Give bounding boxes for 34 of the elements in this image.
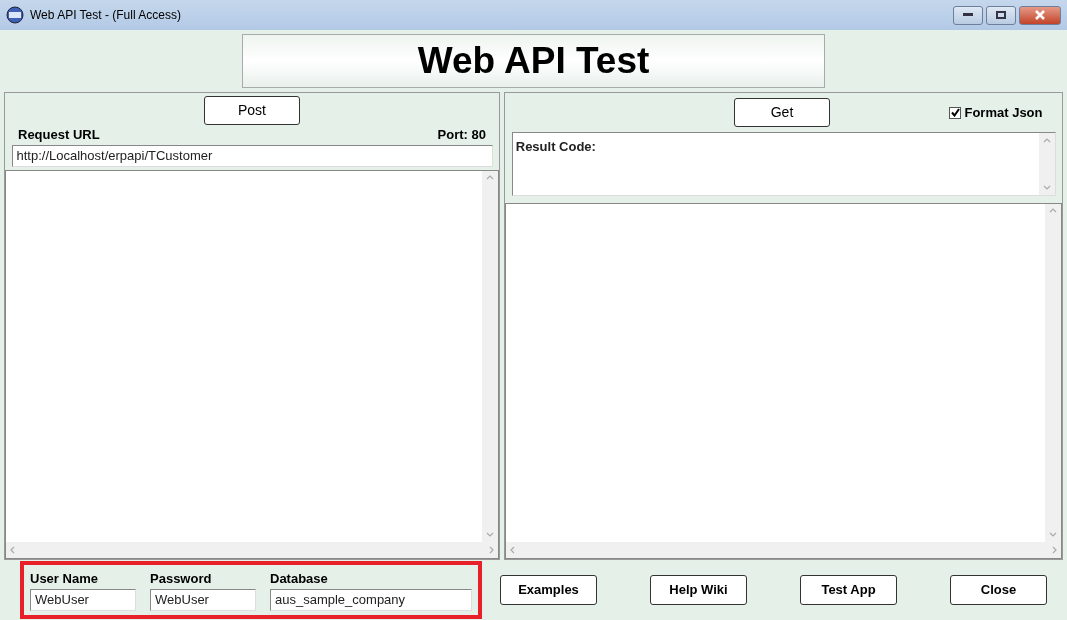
window-title: Web API Test - (Full Access) bbox=[30, 7, 181, 24]
checkbox[interactable] bbox=[949, 106, 962, 119]
url-field[interactable]: http://Localhost/erpapi/TCustomer bbox=[11, 144, 493, 167]
close-button[interactable] bbox=[1019, 5, 1061, 25]
minimize-button[interactable] bbox=[952, 5, 983, 25]
format-json-label: Format Json bbox=[964, 103, 1043, 122]
request-url-label: Request URL bbox=[18, 126, 100, 145]
action-button[interactable]: Close bbox=[950, 575, 1047, 605]
result-code-label: Result Code: bbox=[515, 138, 596, 154]
get-button[interactable]: Get bbox=[734, 98, 830, 128]
scroll-down-icon[interactable] bbox=[1049, 530, 1057, 539]
scroll-down-icon[interactable] bbox=[1042, 184, 1051, 192]
input-field[interactable]: WebUser bbox=[30, 588, 136, 611]
scroll-down-icon[interactable] bbox=[486, 530, 494, 539]
scroll-up-icon[interactable] bbox=[1042, 136, 1051, 145]
minimize-icon bbox=[962, 13, 973, 17]
app-icon bbox=[6, 6, 24, 24]
request-body-area[interactable] bbox=[5, 170, 499, 559]
maximize-icon bbox=[995, 11, 1006, 19]
input-field[interactable]: aus_sample_company bbox=[270, 588, 472, 611]
banner-title: Web API Test bbox=[242, 34, 825, 88]
action-button[interactable]: Examples bbox=[500, 575, 597, 605]
input-field[interactable]: WebUser bbox=[150, 588, 256, 611]
scroll-up-icon[interactable] bbox=[1049, 207, 1057, 215]
action-button[interactable]: Help Wiki bbox=[650, 575, 747, 605]
post-button[interactable]: Post bbox=[204, 96, 300, 126]
field-label: User Name bbox=[30, 570, 99, 589]
port-label: Port: 80 bbox=[437, 126, 486, 145]
action-button[interactable]: Test App bbox=[800, 575, 897, 605]
field-label: Password bbox=[150, 570, 213, 589]
close-icon bbox=[1034, 10, 1046, 20]
maximize-button[interactable] bbox=[985, 5, 1016, 25]
field-label: Database bbox=[270, 570, 329, 589]
checkmark-icon bbox=[950, 108, 960, 118]
